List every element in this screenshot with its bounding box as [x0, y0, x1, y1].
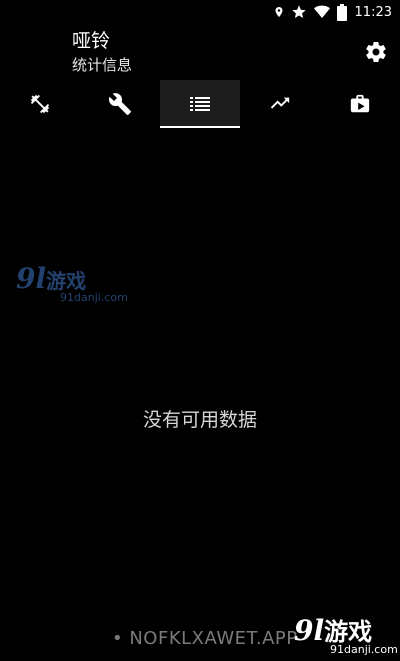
footer-url: • NOFKLXAWET.APP — [112, 628, 298, 649]
watermark-bottom-mark: 9l 游戏 — [294, 612, 398, 647]
app-subtitle: 统计信息 — [72, 56, 133, 74]
star-icon — [291, 4, 307, 20]
status-time: 11:23 — [354, 4, 392, 20]
dumbbell-icon — [29, 93, 51, 115]
battery-icon — [336, 3, 347, 21]
location-icon — [273, 4, 285, 20]
video-library-icon — [349, 93, 371, 115]
tab-dumbbell[interactable] — [0, 80, 80, 128]
settings-button[interactable] — [364, 40, 388, 64]
watermark-domain: 91danji.com — [60, 291, 128, 304]
wrench-icon — [108, 92, 132, 116]
status-icons: 11:23 — [273, 3, 392, 21]
gear-icon — [364, 42, 388, 68]
tab-videos[interactable] — [320, 80, 400, 128]
watermark-bottom-number: 9l — [294, 614, 325, 647]
app-header: 哑铃 统计信息 — [72, 28, 132, 76]
watermark-number: 9l — [16, 262, 47, 295]
watermark-logo: 9l 游戏 91danji.com — [16, 262, 128, 304]
tab-bar — [0, 80, 400, 128]
active-tab-indicator — [160, 126, 240, 128]
tab-list[interactable] — [160, 80, 240, 128]
list-icon — [190, 96, 210, 112]
tab-tools[interactable] — [80, 80, 160, 128]
empty-state-message: 没有可用数据 — [142, 409, 257, 431]
tab-trends[interactable] — [240, 80, 320, 128]
watermark-bottom-text: 游戏 — [324, 618, 373, 646]
trending-up-icon — [269, 97, 291, 111]
watermark-bottom-domain: 91danji.com — [330, 643, 398, 656]
watermark-text: 游戏 — [46, 269, 87, 293]
status-bar: 11:23 — [0, 0, 400, 24]
app-title: 哑铃 — [72, 30, 111, 52]
wifi-icon — [313, 4, 331, 20]
watermark-logo-bottom: 9l 游戏 91danji.com — [294, 612, 398, 656]
